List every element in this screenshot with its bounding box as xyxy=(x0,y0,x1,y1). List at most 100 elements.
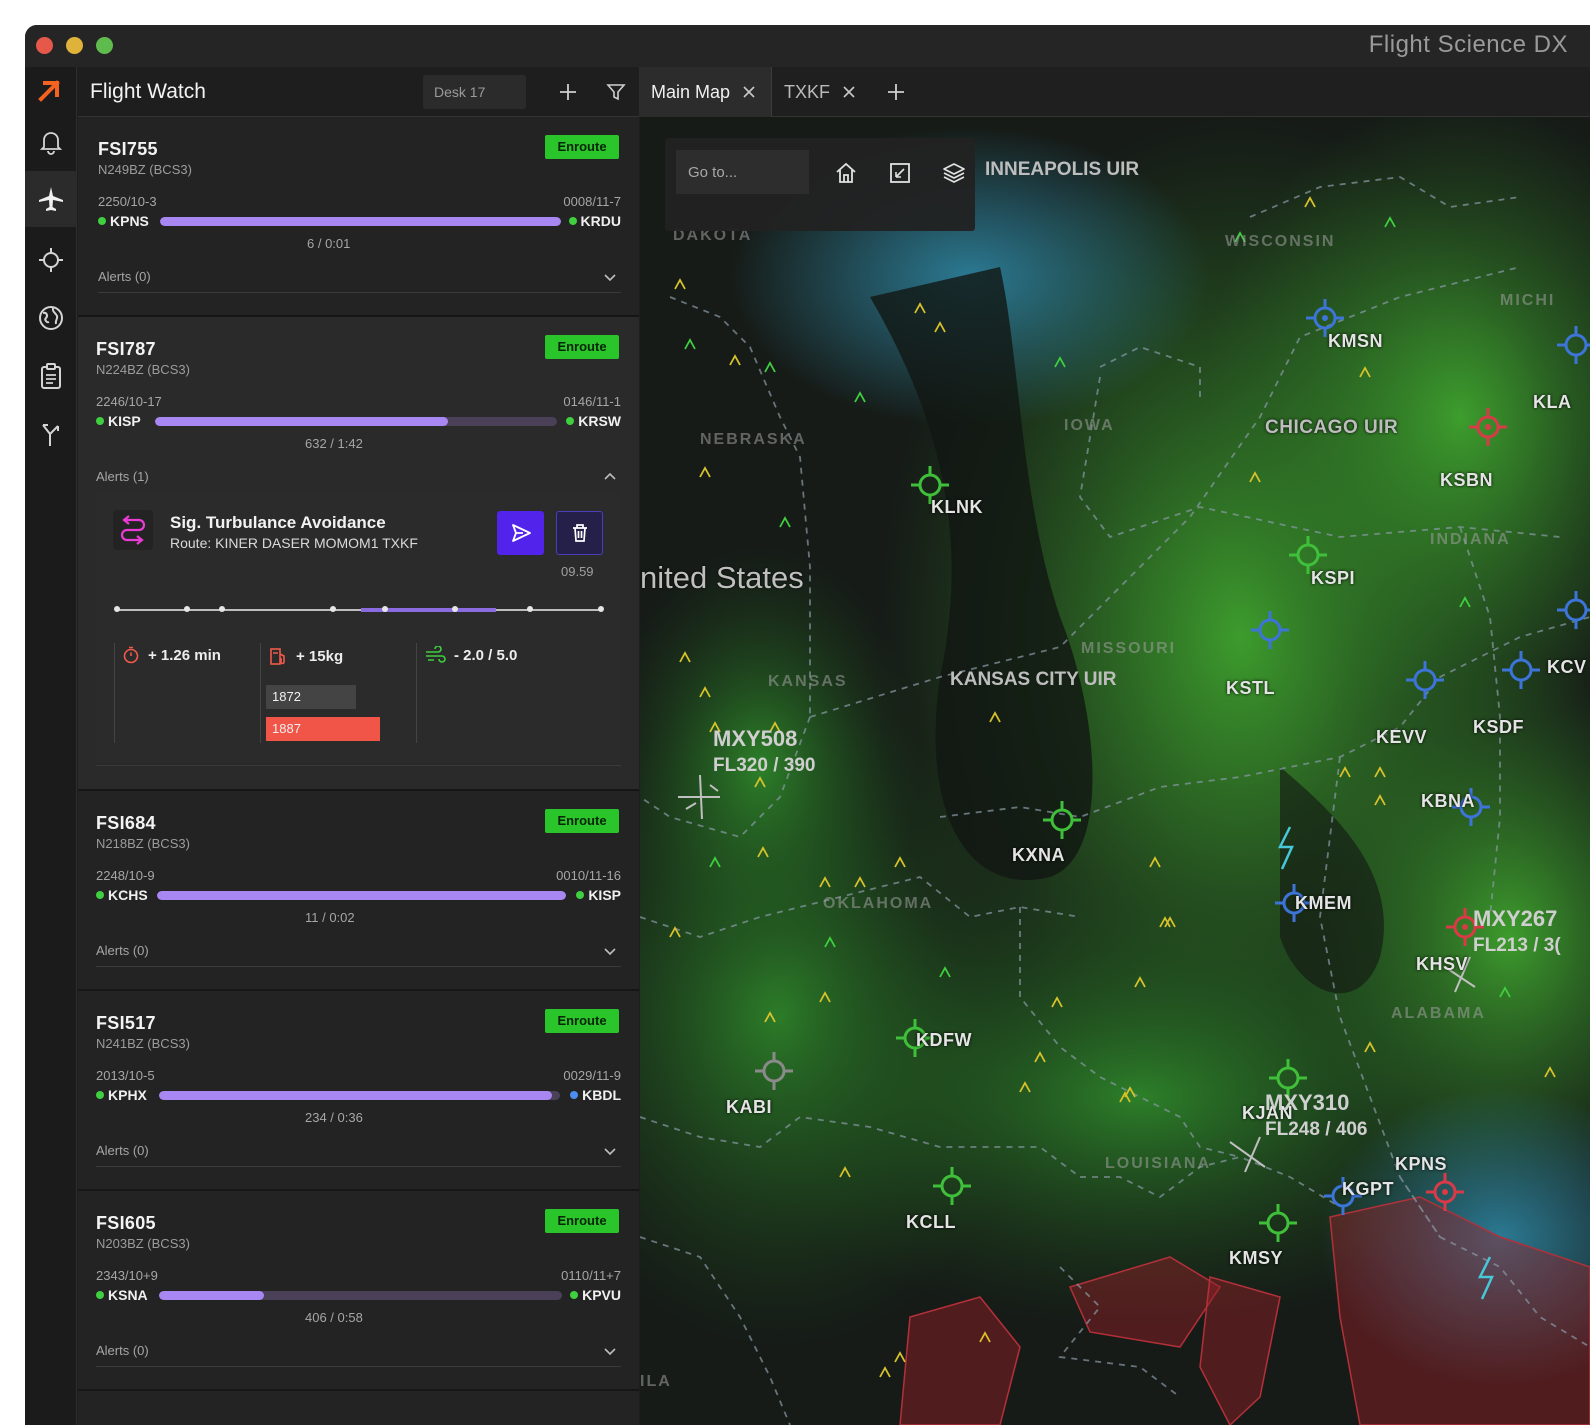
close-icon[interactable] xyxy=(842,85,856,99)
waypoint-dot xyxy=(114,606,120,612)
nav-waypoints[interactable] xyxy=(36,245,66,275)
airport-label[interactable]: KSTL xyxy=(1226,678,1275,699)
airport-label[interactable]: CHICAGO UIR xyxy=(1265,417,1398,439)
airport-label[interactable]: KPNS xyxy=(1395,1154,1447,1175)
add-icon[interactable] xyxy=(557,81,579,103)
nav-globe[interactable] xyxy=(36,303,66,333)
airport-label[interactable]: KSDF xyxy=(1473,717,1524,738)
airport-marker-icon[interactable] xyxy=(1465,404,1511,450)
airport-marker-icon[interactable] xyxy=(1553,587,1590,633)
airport-label[interactable]: KMSN xyxy=(1328,331,1383,352)
minimize-window-button[interactable] xyxy=(66,37,83,54)
airport-label[interactable]: KGPT xyxy=(1342,1179,1394,1200)
layers-icon[interactable] xyxy=(941,160,967,186)
chevron-up-icon[interactable] xyxy=(603,469,617,483)
delete-alert-button[interactable] xyxy=(556,511,603,555)
flight-card[interactable]: FSI755 N249BZ (BCS3) Enroute 2250/10-3 0… xyxy=(78,117,639,317)
add-tab-icon[interactable] xyxy=(885,81,907,103)
airport-label[interactable]: KLA xyxy=(1533,392,1572,413)
close-window-button[interactable] xyxy=(36,37,53,54)
airport-marker-icon[interactable] xyxy=(1402,657,1448,703)
airport-label[interactable]: KABI xyxy=(726,1097,772,1118)
airport-marker-icon[interactable] xyxy=(1553,322,1590,368)
destination-status-dot xyxy=(566,417,575,425)
arrival-time: 0008/11-7 xyxy=(563,194,621,209)
airport-marker-icon[interactable] xyxy=(751,1048,797,1094)
alerts-toggle[interactable]: Alerts (1) xyxy=(96,469,149,484)
airport-label[interactable]: KCLL xyxy=(906,1212,956,1233)
destination-status-dot xyxy=(576,891,585,899)
airport-marker-icon[interactable] xyxy=(1422,1169,1468,1215)
globe-icon xyxy=(39,306,63,330)
chevron-down-icon[interactable] xyxy=(603,945,617,959)
time-delta: + 1.26 min xyxy=(122,646,221,664)
airport-marker-icon[interactable] xyxy=(929,1163,975,1209)
nav-clipboard[interactable] xyxy=(36,361,66,391)
nav-rail xyxy=(25,67,77,1425)
flight-label[interactable]: MXY267 FL213 / 3( xyxy=(1473,905,1561,959)
airport-marker-icon[interactable] xyxy=(1255,1200,1301,1246)
status-badge: Enroute xyxy=(545,135,619,159)
goto-input[interactable] xyxy=(676,150,809,194)
airport-label[interactable]: KEVV xyxy=(1376,727,1427,748)
close-icon[interactable] xyxy=(742,85,756,99)
airport-label[interactable]: KCV xyxy=(1547,657,1587,678)
origin-status-dot xyxy=(96,1091,104,1099)
alerts-toggle[interactable]: Alerts (0) xyxy=(98,269,151,284)
map-toolbar xyxy=(665,138,975,231)
airport-label[interactable]: KXNA xyxy=(1012,845,1065,866)
flight-card[interactable]: FSI684 N218BZ (BCS3) Enroute 2248/10-9 0… xyxy=(78,791,639,991)
flight-card[interactable]: FSI787 N224BZ (BCS3) Enroute 2246/10-17 … xyxy=(78,317,639,791)
aircraft-reg: N218BZ (BCS3) xyxy=(96,836,190,851)
airport-marker-icon[interactable] xyxy=(1498,647,1544,693)
airport-label[interactable]: KSPI xyxy=(1311,568,1355,589)
airport-marker-icon[interactable] xyxy=(1039,797,1085,843)
panel-title: Flight Watch xyxy=(90,80,206,103)
zoom-window-button[interactable] xyxy=(96,37,113,54)
flight-card[interactable] xyxy=(78,1391,639,1425)
fit-extent-icon[interactable] xyxy=(887,160,913,186)
nav-notifications[interactable] xyxy=(36,127,66,157)
send-reroute-button[interactable] xyxy=(497,511,544,555)
airport-label[interactable]: KMEM xyxy=(1295,893,1352,914)
airport-label[interactable]: KHSV xyxy=(1416,954,1468,975)
alerts-toggle[interactable]: Alerts (0) xyxy=(96,1143,149,1158)
home-icon[interactable] xyxy=(833,160,859,186)
airport-label[interactable]: KDFW xyxy=(916,1030,972,1051)
tab-main-map[interactable]: Main Map xyxy=(639,67,772,117)
region-label: MISSOURI xyxy=(1081,640,1177,657)
progress-text: 11 / 0:02 xyxy=(305,910,355,925)
origin-status-dot xyxy=(96,891,104,899)
fuel-before-bar: 1872 xyxy=(266,685,356,709)
origin-status-dot xyxy=(96,1291,104,1299)
divider xyxy=(416,643,417,743)
airport-label[interactable]: KBNA xyxy=(1421,791,1475,812)
app-window: Flight Science DX Flight Watch Desk 17 M… xyxy=(25,25,1590,1425)
flight-label[interactable]: MXY310 FL248 / 406 xyxy=(1265,1089,1367,1143)
flight-card[interactable]: FSI517 N241BZ (BCS3) Enroute 2013/10-5 0… xyxy=(78,991,639,1191)
filter-icon[interactable] xyxy=(605,81,627,103)
chevron-down-icon[interactable] xyxy=(603,1345,617,1359)
airport-label[interactable]: KMSY xyxy=(1229,1248,1283,1269)
flight-card[interactable]: FSI605 N203BZ (BCS3) Enroute 2343/10+9 0… xyxy=(78,1191,639,1391)
origin-airport: KISP xyxy=(96,413,141,429)
chevron-down-icon[interactable] xyxy=(603,1145,617,1159)
flight-label[interactable]: MXY508 FL320 / 390 xyxy=(713,725,815,779)
divider xyxy=(96,1166,621,1167)
flight-progress-bar xyxy=(157,891,566,900)
tab-txkf[interactable]: TXKF xyxy=(784,67,874,117)
fuel-pump-icon xyxy=(270,648,285,665)
alerts-toggle[interactable]: Alerts (0) xyxy=(96,943,149,958)
waypoint-dot xyxy=(382,606,388,612)
weather-map[interactable]: DAKOTA WISCONSIN MICHI NEBRASKA IOWA IND… xyxy=(640,117,1590,1425)
airport-marker-icon[interactable] xyxy=(1247,607,1293,653)
nav-flights[interactable] xyxy=(25,171,77,227)
airport-label[interactable]: KLNK xyxy=(931,497,983,518)
alerts-toggle[interactable]: Alerts (0) xyxy=(96,1343,149,1358)
chevron-down-icon[interactable] xyxy=(603,271,617,285)
airport-label[interactable]: KSBN xyxy=(1440,470,1493,491)
desk-selector[interactable]: Desk 17 xyxy=(423,75,526,109)
airplane-icon xyxy=(39,187,63,211)
nav-routes[interactable] xyxy=(36,419,66,449)
origin-status-dot xyxy=(96,417,104,425)
